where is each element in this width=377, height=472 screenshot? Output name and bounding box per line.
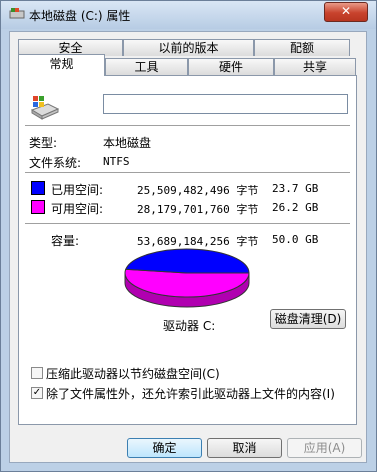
free-space-label: 可用空间: (51, 202, 104, 216)
free-space-bytes: 28,179,701,760 字节 (137, 203, 259, 216)
used-space-size: 23.7 GB (272, 182, 319, 195)
cancel-button[interactable]: 取消 (207, 438, 282, 458)
tab-previous-versions[interactable]: 以前的版本 (123, 39, 254, 56)
type-value: 本地磁盘 (103, 136, 152, 150)
capacity-size: 50.0 GB (272, 233, 319, 246)
compress-label: 压缩此驱动器以节约磁盘空间(C) (46, 367, 220, 381)
free-space-swatch (31, 200, 45, 214)
filesystem-value: NTFS (103, 155, 130, 168)
window-title: 本地磁盘 (C:) 属性 (29, 9, 131, 23)
used-space-swatch (31, 181, 45, 195)
drive-icon (9, 8, 25, 19)
index-label: 除了文件属性外，还允许索引此驱动器上文件的内容(I) (46, 387, 335, 401)
drive-large-icon (30, 96, 60, 120)
volume-label-input[interactable] (103, 94, 348, 114)
tab-sharing[interactable]: 共享 (274, 58, 356, 75)
ok-button[interactable]: 确定 (127, 438, 202, 458)
index-checkbox[interactable]: ✓ (31, 387, 43, 399)
close-icon: ✕ (340, 4, 352, 18)
compress-checkbox[interactable] (31, 367, 43, 379)
separator (25, 125, 350, 127)
used-space-bytes: 25,509,482,496 字节 (137, 184, 259, 197)
tab-quota[interactable]: 配额 (254, 39, 350, 56)
used-space-label: 已用空间: (51, 183, 104, 197)
disk-cleanup-button[interactable]: 磁盘清理(D) (270, 309, 346, 329)
separator (25, 223, 350, 225)
close-button[interactable]: ✕ (324, 2, 368, 22)
apply-button[interactable]: 应用(A) (287, 438, 362, 458)
drive-name-label: 驱动器 C: (163, 319, 216, 333)
checkmark-icon: ✓ (32, 387, 42, 398)
free-space-size: 26.2 GB (272, 201, 319, 214)
tab-hardware[interactable]: 硬件 (188, 58, 274, 75)
disk-usage-pie (124, 248, 250, 308)
properties-window: 本地磁盘 (C:) 属性 ✕ 安全 以前的版本 配额 常规 工具 硬件 共享 类… (0, 0, 377, 472)
capacity-label: 容量: (51, 234, 80, 248)
tab-general[interactable]: 常规 (18, 54, 105, 76)
separator (25, 172, 350, 174)
type-label: 类型: (29, 136, 58, 150)
filesystem-label: 文件系统: (29, 156, 82, 170)
pie-used-slice (125, 248, 250, 274)
tab-tools[interactable]: 工具 (105, 58, 188, 75)
title-bar[interactable]: 本地磁盘 (C:) 属性 ✕ (1, 1, 376, 29)
